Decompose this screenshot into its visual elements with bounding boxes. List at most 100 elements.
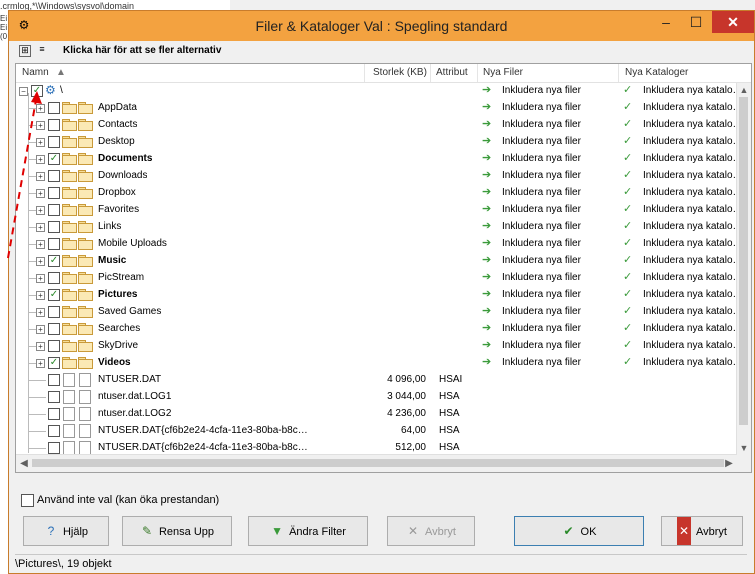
horizontal-scrollbar[interactable]: ◀ ▶ [16, 454, 737, 472]
expand-icon[interactable]: + [36, 291, 45, 300]
tree-row-file[interactable]: NTUSER.DAT 4 096,00 HSAI [16, 372, 736, 389]
expand-icon[interactable]: + [36, 121, 45, 130]
folder-checkbox[interactable] [48, 340, 60, 352]
tree-row-folder[interactable]: + Links ➔ Inkludera nya filer ✓ Inkludera nya… [16, 219, 737, 236]
help-button[interactable]: ? Hjälp [23, 516, 109, 546]
tree-row-folder[interactable]: + ✓ Music ➔ Inkludera nya filer ✓ Inkludera ny… [16, 253, 737, 270]
tree-row-file[interactable]: ntuser.dat.LOG1 3 044,00 HSA [16, 389, 736, 406]
vertical-scroll-thumb[interactable] [739, 97, 748, 425]
folder-new-dirs[interactable]: Inkludera nya katalo… [643, 238, 737, 249]
folder-checkbox[interactable] [48, 306, 60, 318]
folder-new-dirs[interactable]: Inkludera nya katalo… [643, 323, 737, 334]
folder-new-dirs[interactable]: Inkludera nya katalo… [643, 187, 737, 198]
no-selection-checkbox[interactable] [21, 494, 34, 507]
folder-new-files[interactable]: Inkludera nya filer [502, 187, 581, 198]
folder-new-files[interactable]: Inkludera nya filer [502, 136, 581, 147]
scroll-down-icon[interactable]: ▼ [737, 441, 751, 455]
folder-new-dirs[interactable]: Inkludera nya katalo… [643, 153, 737, 164]
folder-new-files[interactable]: Inkludera nya filer [502, 306, 581, 317]
column-name[interactable]: Namn [22, 67, 49, 78]
scroll-left-icon[interactable]: ◀ [16, 455, 32, 472]
maximize-button[interactable]: ☐ [680, 11, 712, 33]
filter-lines-icon[interactable]: ≡ [37, 45, 47, 55]
folder-new-dirs[interactable]: Inkludera nya katalo… [643, 119, 737, 130]
tree-row-folder[interactable]: + SkyDrive ➔ Inkludera nya filer ✓ Inkludera … [16, 338, 737, 355]
expand-icon[interactable]: + [36, 342, 45, 351]
folder-new-files[interactable]: Inkludera nya filer [502, 323, 581, 334]
expand-icon[interactable]: + [36, 138, 45, 147]
expand-all-icon[interactable]: ⊞ [19, 45, 31, 57]
folder-checkbox[interactable] [48, 323, 60, 335]
folder-new-dirs[interactable]: Inkludera nya katalo… [643, 204, 737, 215]
folder-new-dirs[interactable]: Inkludera nya katalo… [643, 221, 737, 232]
tree-row-folder[interactable]: + AppData ➔ Inkludera nya filer ✓ Inkludera n… [16, 100, 737, 117]
clean-up-button[interactable]: ✎ Rensa Upp [122, 516, 232, 546]
close-button[interactable]: ✕ [712, 11, 754, 33]
expand-icon[interactable]: + [36, 240, 45, 249]
scroll-right-icon[interactable]: ▶ [721, 455, 737, 472]
file-tree[interactable]: Namn ▲ Storlek (KB) Attribut Nya Filer N… [15, 63, 752, 473]
folder-new-files[interactable]: Inkludera nya filer [502, 102, 581, 113]
tree-row-file[interactable]: ntuser.dat.LOG2 4 236,00 HSA [16, 406, 736, 423]
no-selection-label[interactable]: Använd inte val (kan öka prestandan) [37, 494, 219, 506]
title-bar[interactable]: ⚙ Filer & Kataloger Val : Spegling stand… [9, 11, 754, 41]
tree-row-folder[interactable]: + ✓ Documents ➔ Inkludera nya filer ✓ Inkluder… [16, 151, 737, 168]
tree-row-file[interactable]: NTUSER.DAT{cf6b2e24-4cfa-11e3-80ba-b8c… 6… [16, 423, 736, 440]
expand-icon[interactable]: + [36, 206, 45, 215]
column-new-files[interactable]: Nya Filer [483, 67, 523, 78]
tree-row-folder[interactable]: + ✓ Pictures ➔ Inkludera nya filer ✓ Inkludera… [16, 287, 737, 304]
column-new-dirs[interactable]: Nya Kataloger [625, 67, 688, 78]
folder-new-files[interactable]: Inkludera nya filer [502, 221, 581, 232]
expand-icon[interactable]: + [36, 155, 45, 164]
folder-new-files[interactable]: Inkludera nya filer [502, 119, 581, 130]
folder-checkbox[interactable] [48, 119, 60, 131]
column-attribute[interactable]: Attribut [436, 67, 468, 78]
folder-new-dirs[interactable]: Inkludera nya katalo… [643, 340, 737, 351]
folder-checkbox[interactable] [48, 136, 60, 148]
folder-checkbox[interactable]: ✓ [48, 255, 60, 267]
expand-icon[interactable]: + [36, 274, 45, 283]
column-size[interactable]: Storlek (KB) [373, 67, 427, 78]
minimize-button[interactable]: – [650, 11, 682, 33]
expand-icon[interactable]: + [36, 172, 45, 181]
folder-new-files[interactable]: Inkludera nya filer [502, 170, 581, 181]
cancel-button[interactable]: ✕ Avbryt [661, 516, 743, 546]
folder-checkbox[interactable] [48, 102, 60, 114]
more-options-hint[interactable]: Klicka här för att se fler alternativ [63, 45, 221, 56]
folder-new-dirs[interactable]: Inkludera nya katalo… [643, 170, 737, 181]
tree-row-folder[interactable]: + Searches ➔ Inkludera nya filer ✓ Inkludera … [16, 321, 737, 338]
folder-checkbox[interactable]: ✓ [48, 153, 60, 165]
folder-new-dirs[interactable]: Inkludera nya katalo… [643, 255, 737, 266]
folder-new-files[interactable]: Inkludera nya filer [502, 153, 581, 164]
folder-new-dirs[interactable]: Inkludera nya katalo… [643, 272, 737, 283]
folder-new-files[interactable]: Inkludera nya filer [502, 340, 581, 351]
folder-new-files[interactable]: Inkludera nya filer [502, 204, 581, 215]
tree-row-folder[interactable]: + Favorites ➔ Inkludera nya filer ✓ Inkludera… [16, 202, 737, 219]
tree-row-folder[interactable]: + Mobile Uploads ➔ Inkludera nya filer ✓ Inkl… [16, 236, 737, 253]
tree-row-folder[interactable]: + ✓ Videos ➔ Inkludera nya filer ✓ Inkludera n… [16, 355, 737, 372]
expand-icon[interactable]: + [36, 189, 45, 198]
folder-checkbox[interactable]: ✓ [48, 289, 60, 301]
expand-icon[interactable]: + [36, 359, 45, 368]
tree-row-folder[interactable]: + Dropbox ➔ Inkludera nya filer ✓ Inkludera n… [16, 185, 737, 202]
expand-icon[interactable]: + [36, 257, 45, 266]
file-checkbox[interactable] [48, 408, 60, 420]
folder-checkbox[interactable] [48, 238, 60, 250]
tree-row-folder[interactable]: + PicStream ➔ Inkludera nya filer ✓ Inkludera… [16, 270, 737, 287]
root-new-files[interactable]: Inkludera nya filer [502, 85, 581, 96]
folder-checkbox[interactable] [48, 221, 60, 233]
folder-new-dirs[interactable]: Inkludera nya katalo… [643, 102, 737, 113]
folder-checkbox[interactable] [48, 272, 60, 284]
tree-row-root[interactable]: − ✓ ⚙ \ ➔ Inkludera nya filer ✓ Inkluder… [16, 83, 737, 100]
folder-new-dirs[interactable]: Inkludera nya katalo… [643, 136, 737, 147]
folder-new-files[interactable]: Inkludera nya filer [502, 238, 581, 249]
scroll-up-icon[interactable]: ▲ [737, 83, 751, 97]
folder-checkbox[interactable] [48, 170, 60, 182]
file-checkbox[interactable] [48, 442, 60, 454]
tree-row-folder[interactable]: + Contacts ➔ Inkludera nya filer ✓ Inkludera … [16, 117, 737, 134]
file-checkbox[interactable] [48, 391, 60, 403]
tree-row-folder[interactable]: + Downloads ➔ Inkludera nya filer ✓ Inkludera… [16, 168, 737, 185]
folder-checkbox[interactable] [48, 204, 60, 216]
file-checkbox[interactable] [48, 425, 60, 437]
folder-new-dirs[interactable]: Inkludera nya katalo… [643, 306, 737, 317]
